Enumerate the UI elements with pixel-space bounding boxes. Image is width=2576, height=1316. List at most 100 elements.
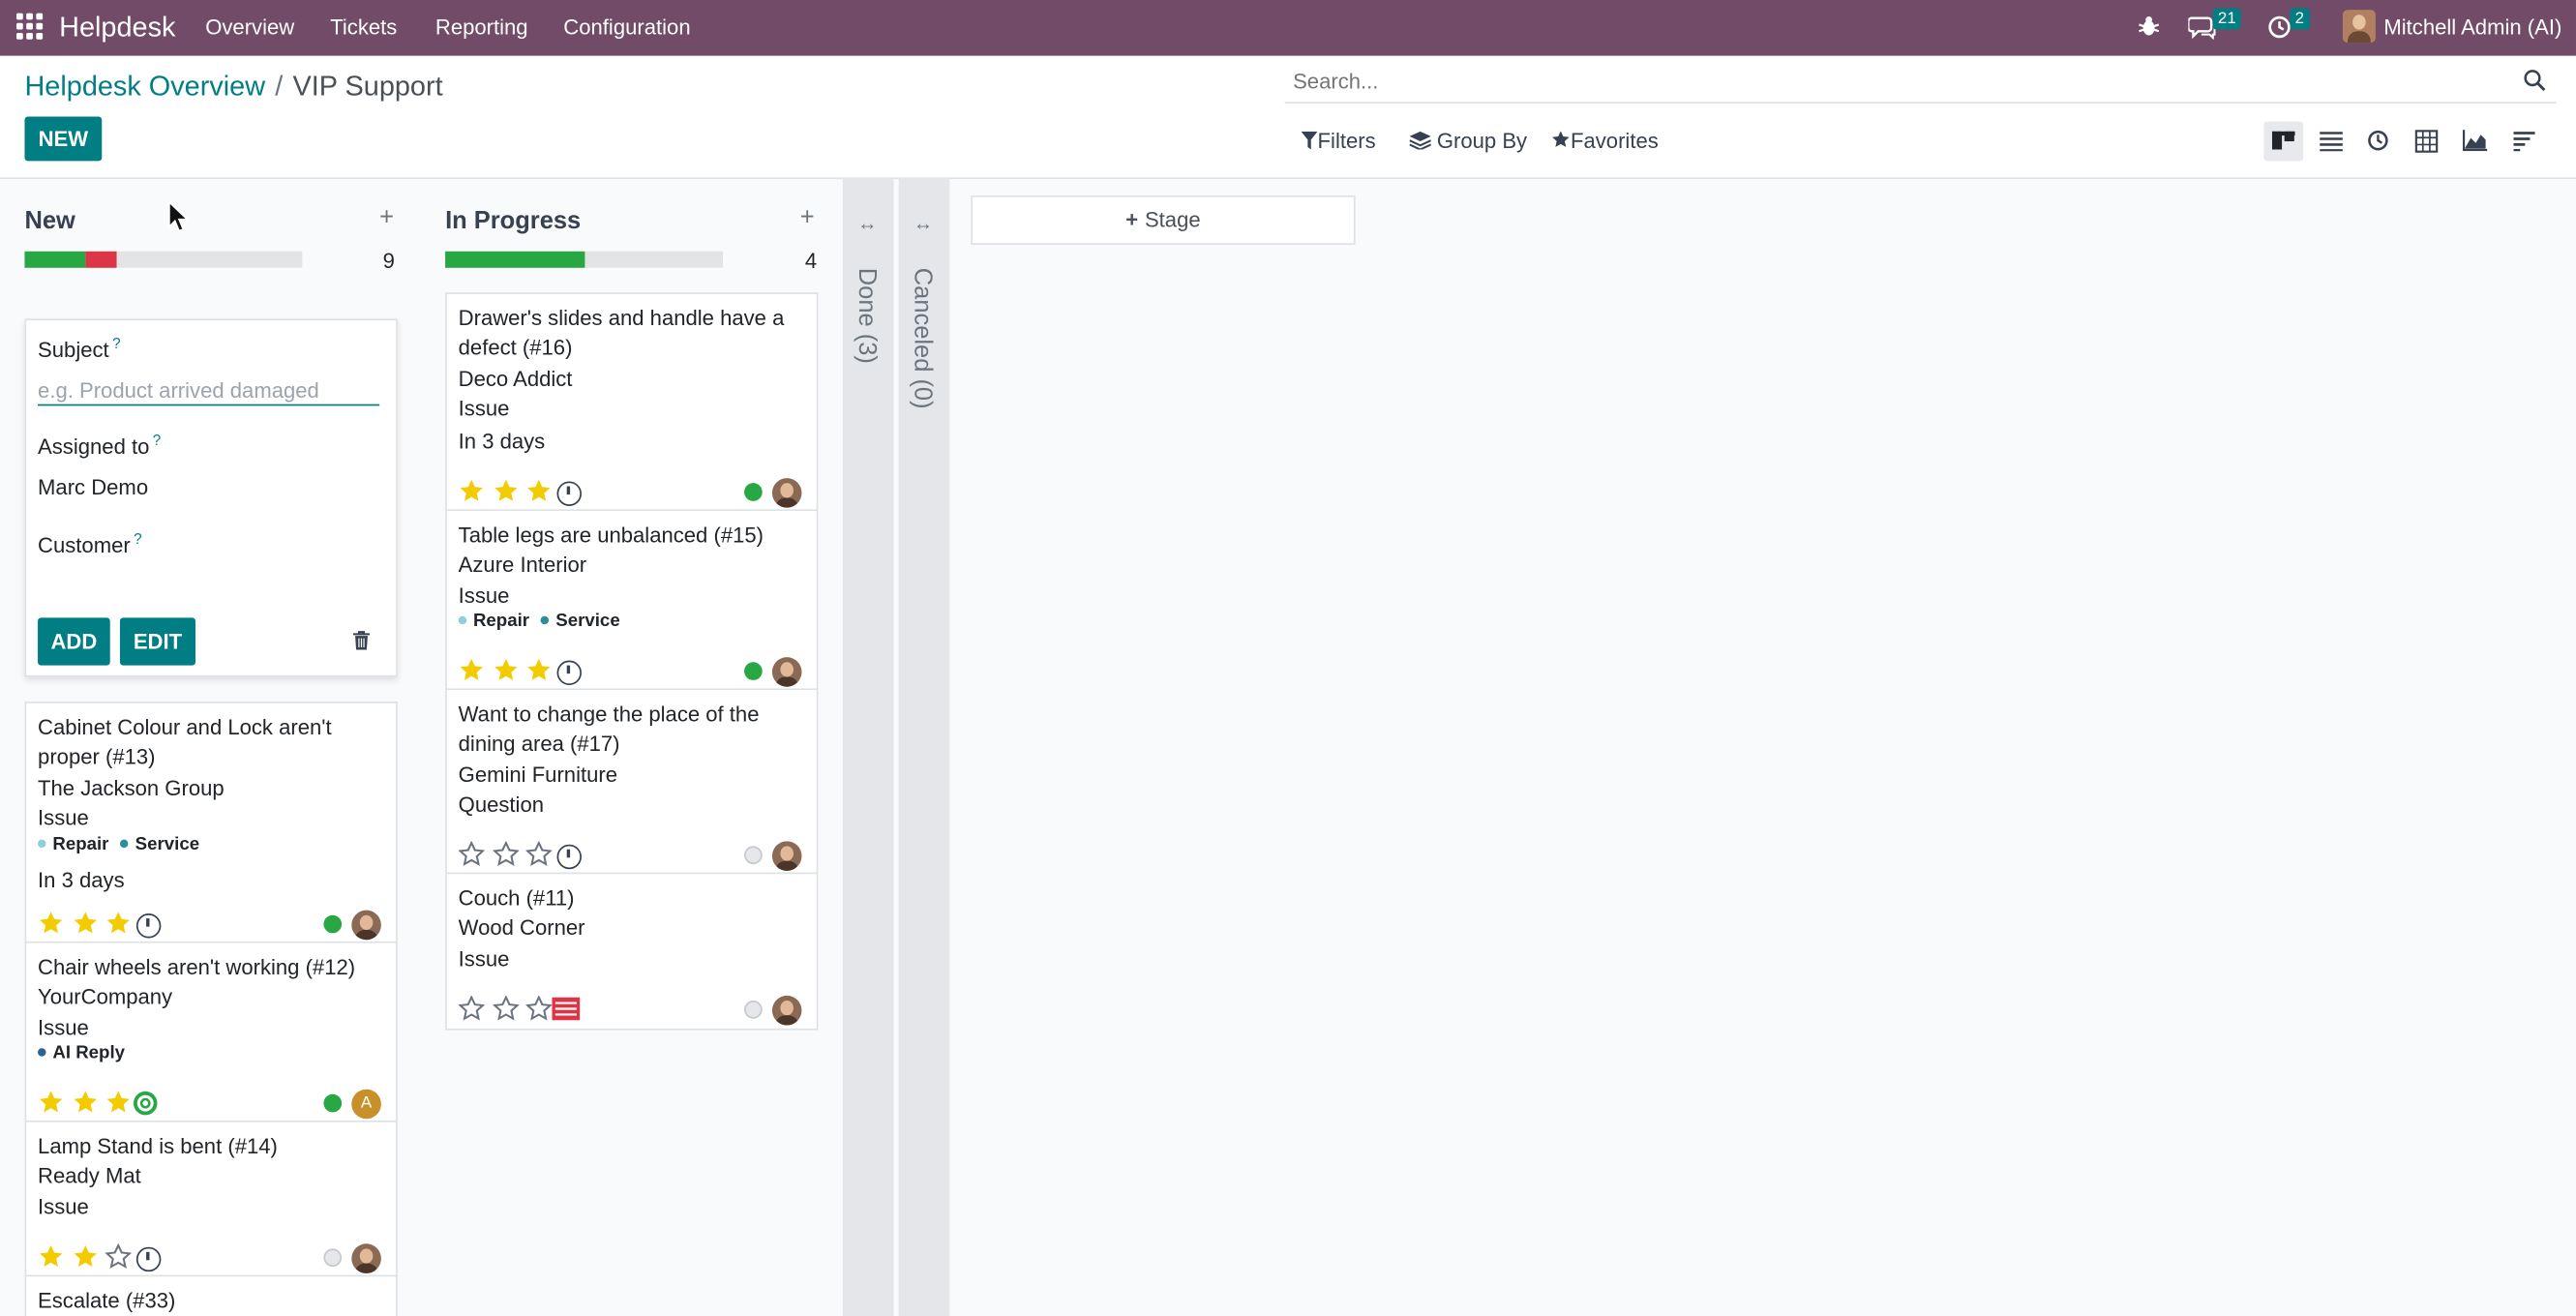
help-tooltip-icon[interactable]: ?: [112, 335, 121, 351]
ticket-title-continued: dining area (#17): [458, 732, 620, 757]
ticket-card[interactable]: Want to change the place of the dining ar…: [445, 688, 819, 875]
filters-toggle[interactable]: Filters: [1301, 128, 1376, 153]
status-green-dot[interactable]: [323, 914, 343, 934]
ticket-card[interactable]: Escalate (#33): [24, 1274, 398, 1316]
tag[interactable]: Service: [540, 612, 620, 632]
column-canceled-folded[interactable]: ↔ Canceled (0): [898, 177, 950, 1316]
activity-view-button[interactable]: [2359, 122, 2399, 162]
activity-clock-icon[interactable]: [556, 480, 582, 506]
star-empty-icon[interactable]: [525, 841, 553, 867]
tag[interactable]: AI Reply: [38, 1044, 125, 1063]
star-empty-icon[interactable]: [525, 995, 553, 1022]
breadcrumb-parent[interactable]: Helpdesk Overview: [24, 71, 265, 102]
star-empty-icon[interactable]: [492, 995, 519, 1022]
assignee-avatar[interactable]: [771, 657, 802, 687]
customer-field[interactable]: [38, 563, 379, 593]
column-done-folded[interactable]: ↔ Done (3): [842, 177, 894, 1316]
status-green-dot[interactable]: [323, 1093, 343, 1113]
new-button[interactable]: NEW: [24, 116, 103, 162]
activity-clock-icon[interactable]: [2267, 15, 2291, 39]
column-new-quick-add-icon[interactable]: +: [379, 204, 394, 232]
star-filled-icon[interactable]: [459, 478, 485, 504]
star-filled-icon[interactable]: [38, 1090, 64, 1116]
lifebuoy-activity-icon[interactable]: [133, 1091, 158, 1116]
star-empty-icon[interactable]: [458, 995, 485, 1022]
column-in-progress-quick-add-icon[interactable]: +: [800, 204, 815, 232]
status-green-dot[interactable]: [744, 662, 763, 680]
cohort-view-button[interactable]: [2505, 122, 2545, 162]
kanban-view-button[interactable]: [2263, 121, 2304, 162]
tag[interactable]: Repair: [38, 834, 108, 853]
ticket-card[interactable]: Lamp Stand is bent (#14) Ready Mat Issue: [24, 1120, 398, 1277]
star-filled-icon[interactable]: [492, 657, 518, 683]
star-filled-icon[interactable]: [459, 657, 485, 683]
favorites-toggle[interactable]: Favorites: [1551, 128, 1659, 153]
user-avatar[interactable]: [2342, 10, 2376, 44]
menu-reporting[interactable]: Reporting: [435, 15, 528, 39]
star-filled-icon[interactable]: [492, 478, 518, 504]
status-grey-dot[interactable]: [323, 1248, 343, 1268]
star-filled-icon[interactable]: [72, 1243, 98, 1270]
activity-clock-icon[interactable]: [556, 843, 582, 869]
app-menu-icon[interactable]: [15, 13, 44, 40]
assignee-letter-avatar[interactable]: A: [351, 1089, 381, 1120]
menu-overview[interactable]: Overview: [205, 15, 294, 39]
search-input[interactable]: [1289, 67, 2479, 96]
activity-clock-icon[interactable]: [556, 659, 582, 685]
help-tooltip-icon[interactable]: ?: [134, 530, 142, 547]
progress-red-segment[interactable]: [85, 251, 117, 268]
overdue-task-activity-icon[interactable]: [552, 997, 581, 1021]
star-filled-icon[interactable]: [105, 1090, 132, 1116]
search-icon[interactable]: [2524, 69, 2547, 92]
assignee-avatar[interactable]: [351, 910, 381, 941]
tag[interactable]: Service: [120, 834, 199, 853]
subject-input[interactable]: [38, 374, 380, 406]
trash-icon[interactable]: [353, 631, 370, 650]
ticket-card[interactable]: Chair wheels aren't working (#12) YourCom…: [24, 941, 398, 1122]
assignee-avatar[interactable]: [771, 995, 802, 1026]
ticket-card[interactable]: Drawer's slides and handle have a defect …: [445, 292, 819, 512]
star-empty-icon[interactable]: [458, 841, 485, 867]
menu-configuration[interactable]: Configuration: [563, 15, 690, 39]
star-filled-icon[interactable]: [72, 1090, 98, 1116]
list-view-button[interactable]: [2312, 122, 2351, 162]
edit-button[interactable]: EDIT: [119, 617, 196, 666]
star-empty-icon[interactable]: [492, 841, 519, 867]
assignee-avatar[interactable]: [351, 1243, 381, 1273]
progress-green-segment[interactable]: [24, 251, 86, 268]
star-filled-icon[interactable]: [105, 911, 132, 937]
group-by-toggle[interactable]: Group By: [1409, 128, 1527, 153]
star-filled-icon[interactable]: [525, 478, 552, 504]
star-filled-icon[interactable]: [525, 657, 552, 683]
column-new-title[interactable]: New: [24, 207, 75, 235]
star-empty-icon[interactable]: [105, 1243, 132, 1270]
user-name[interactable]: Mitchell Admin (AI): [2383, 15, 2561, 39]
menu-tickets[interactable]: Tickets: [330, 15, 397, 39]
star-filled-icon[interactable]: [38, 1243, 64, 1270]
ticket-card[interactable]: Cabinet Colour and Lock aren't proper (#1…: [24, 702, 398, 943]
column-in-progress-progress[interactable]: [445, 251, 723, 268]
progress-green-segment[interactable]: [445, 251, 584, 268]
status-grey-dot[interactable]: [744, 846, 763, 865]
ticket-card[interactable]: Couch (#11) Wood Corner Issue: [445, 872, 819, 1031]
column-new-progress[interactable]: [24, 251, 303, 268]
assignee-avatar[interactable]: [771, 478, 802, 508]
assignee-avatar[interactable]: [771, 841, 802, 871]
ticket-card[interactable]: Table legs are unbalanced (#15) Azure Int…: [445, 509, 819, 691]
pivot-view-button[interactable]: [2407, 122, 2446, 162]
tag[interactable]: Repair: [458, 612, 529, 632]
star-filled-icon[interactable]: [38, 911, 64, 937]
activity-clock-icon[interactable]: [135, 1245, 162, 1271]
assigned-to-field[interactable]: Marc Demo: [38, 475, 148, 499]
activity-clock-icon[interactable]: [135, 912, 162, 938]
app-brand[interactable]: Helpdesk: [59, 12, 175, 45]
add-button[interactable]: ADD: [38, 617, 110, 666]
star-filled-icon[interactable]: [72, 911, 98, 937]
column-in-progress-title[interactable]: In Progress: [445, 207, 581, 235]
graph-view-button[interactable]: [2456, 122, 2496, 162]
debug-bug-icon[interactable]: [2138, 15, 2161, 38]
add-stage-button[interactable]: + Stage: [971, 195, 1356, 245]
status-green-dot[interactable]: [744, 483, 763, 501]
status-grey-dot[interactable]: [744, 1001, 763, 1019]
help-tooltip-icon[interactable]: ?: [153, 433, 162, 449]
